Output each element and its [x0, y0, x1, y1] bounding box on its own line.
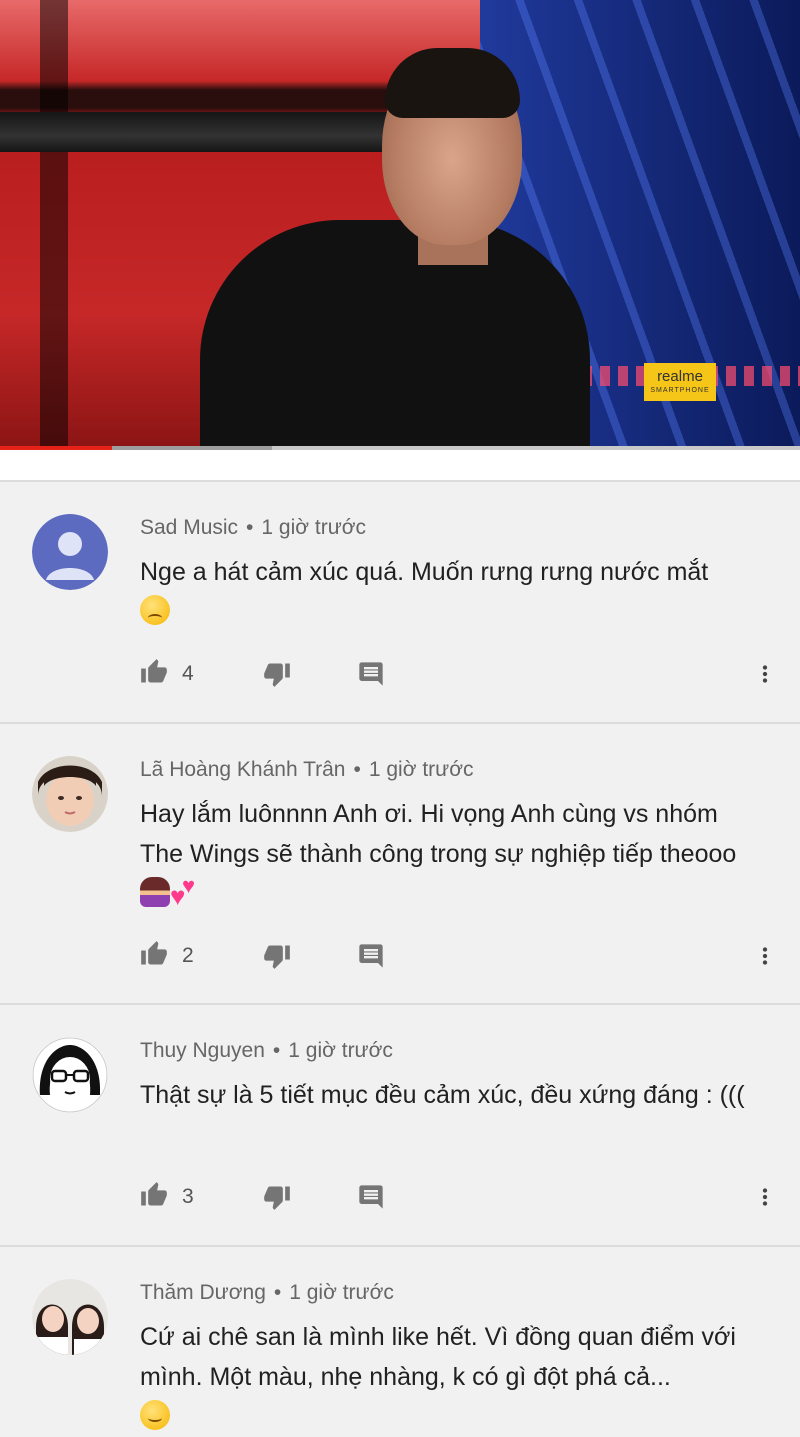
- more-vert-icon: [762, 947, 768, 965]
- two-hearts-emoji: [170, 875, 202, 909]
- thumbs-down-icon: [264, 663, 290, 687]
- comment-body: Thật sự là 5 tiết mục đều cảm xúc, đều x…: [140, 1081, 745, 1109]
- more-vert-icon: [762, 665, 768, 683]
- reply-button[interactable]: [356, 942, 386, 975]
- comment-icon: [359, 1185, 383, 1209]
- dislike-button[interactable]: [262, 942, 292, 975]
- comment-item: Thuy Nguyen • 1 giờ trước Thật sự là 5 tiế…: [0, 1005, 800, 1247]
- comment-body: Nge a hát cảm xúc quá. Muốn rưng rưng nư…: [140, 558, 709, 586]
- comment-meta: Sad Music • 1 giờ trước: [140, 516, 366, 540]
- separator-dot: •: [246, 516, 254, 539]
- thumbs-down-icon: [264, 1186, 290, 1210]
- like-button[interactable]: [139, 1181, 169, 1214]
- avatar[interactable]: [32, 756, 108, 832]
- separator-dot: •: [273, 1281, 282, 1304]
- comment-body: Cứ ai chê san là mình like hết. Vì đồng …: [140, 1323, 736, 1391]
- avatar[interactable]: [32, 1037, 108, 1113]
- comment-actions: 2: [0, 940, 800, 980]
- avatar[interactable]: [32, 1279, 108, 1355]
- comment-author[interactable]: Thuy Nguyen: [140, 1039, 265, 1062]
- thumbs-up-icon: [141, 659, 167, 683]
- more-options-button[interactable]: [752, 660, 778, 693]
- like-button[interactable]: [139, 940, 169, 973]
- dislike-button[interactable]: [262, 660, 292, 693]
- sponsor-sub: SMARTPHONE: [650, 387, 710, 394]
- more-vert-icon: [762, 1188, 768, 1206]
- like-count: 2: [182, 944, 194, 967]
- reply-button[interactable]: [356, 1183, 386, 1216]
- separator-dot: •: [353, 758, 361, 781]
- separator-dot: •: [272, 1039, 281, 1062]
- comment-author[interactable]: Sad Music: [140, 516, 238, 539]
- comment-time: 1 giờ trước: [289, 1281, 394, 1304]
- comment-meta: Lã Hoàng Khánh Trân • 1 giờ trước: [140, 758, 473, 782]
- comment-item: Sad Music • 1 giờ trước Nge a hát cảm xúc …: [0, 482, 800, 724]
- comment-text: Nge a hát cảm xúc quá. Muốn rưng rưng nư…: [140, 552, 765, 632]
- video-frame-person-body: [200, 220, 590, 450]
- sad-face-emoji: [140, 595, 170, 625]
- comment-icon: [359, 944, 383, 968]
- like-button[interactable]: [139, 658, 169, 691]
- comment-author[interactable]: Lã Hoàng Khánh Trân: [140, 758, 346, 781]
- under-video-area: [0, 450, 800, 480]
- video-frame-person-hair: [385, 48, 520, 118]
- thumbs-down-icon: [264, 945, 290, 969]
- comment-time: 1 giờ trước: [261, 516, 367, 539]
- slightly-smiling-face-emoji: [140, 1400, 170, 1430]
- like-count: 4: [182, 662, 194, 685]
- comment-item: Thăm Dương • 1 giờ trước Cứ ai chê san là …: [0, 1247, 800, 1430]
- sponsor-badge: realme SMARTPHONE: [644, 363, 716, 401]
- sponsor-brand: realme: [657, 368, 703, 385]
- comment-actions: 4: [0, 658, 800, 698]
- more-options-button[interactable]: [752, 1183, 778, 1216]
- comment-time: 1 giờ trước: [368, 758, 474, 781]
- comment-text: Thật sự là 5 tiết mục đều cảm xúc, đều x…: [140, 1075, 765, 1115]
- reply-button[interactable]: [356, 660, 386, 693]
- thumbs-up-icon: [141, 941, 167, 965]
- avatar[interactable]: [32, 514, 108, 590]
- comment-meta: Thuy Nguyen • 1 giờ trước: [140, 1039, 393, 1063]
- comment-meta: Thăm Dương • 1 giờ trước: [140, 1281, 394, 1305]
- comment-text: Cứ ai chê san là mình like hết. Vì đồng …: [140, 1317, 765, 1437]
- comment-item: Lã Hoàng Khánh Trân • 1 giờ trước Hay lắm …: [0, 724, 800, 1005]
- thumbs-up-icon: [141, 1182, 167, 1206]
- comment-icon: [359, 662, 383, 686]
- person-gesturing-ok-emoji: [140, 877, 170, 907]
- comment-author[interactable]: Thăm Dương: [140, 1281, 266, 1304]
- more-options-button[interactable]: [752, 942, 778, 975]
- dislike-button[interactable]: [262, 1183, 292, 1216]
- comment-body: Hay lắm luônnnn Anh ơi. Hi vọng Anh cùng…: [140, 800, 737, 868]
- comment-text: Hay lắm luônnnn Anh ơi. Hi vọng Anh cùng…: [140, 794, 765, 914]
- like-count: 3: [182, 1185, 194, 1208]
- comment-time: 1 giờ trước: [288, 1039, 393, 1062]
- comment-actions: 3: [0, 1181, 800, 1221]
- video-player[interactable]: realme SMARTPHONE: [0, 0, 800, 450]
